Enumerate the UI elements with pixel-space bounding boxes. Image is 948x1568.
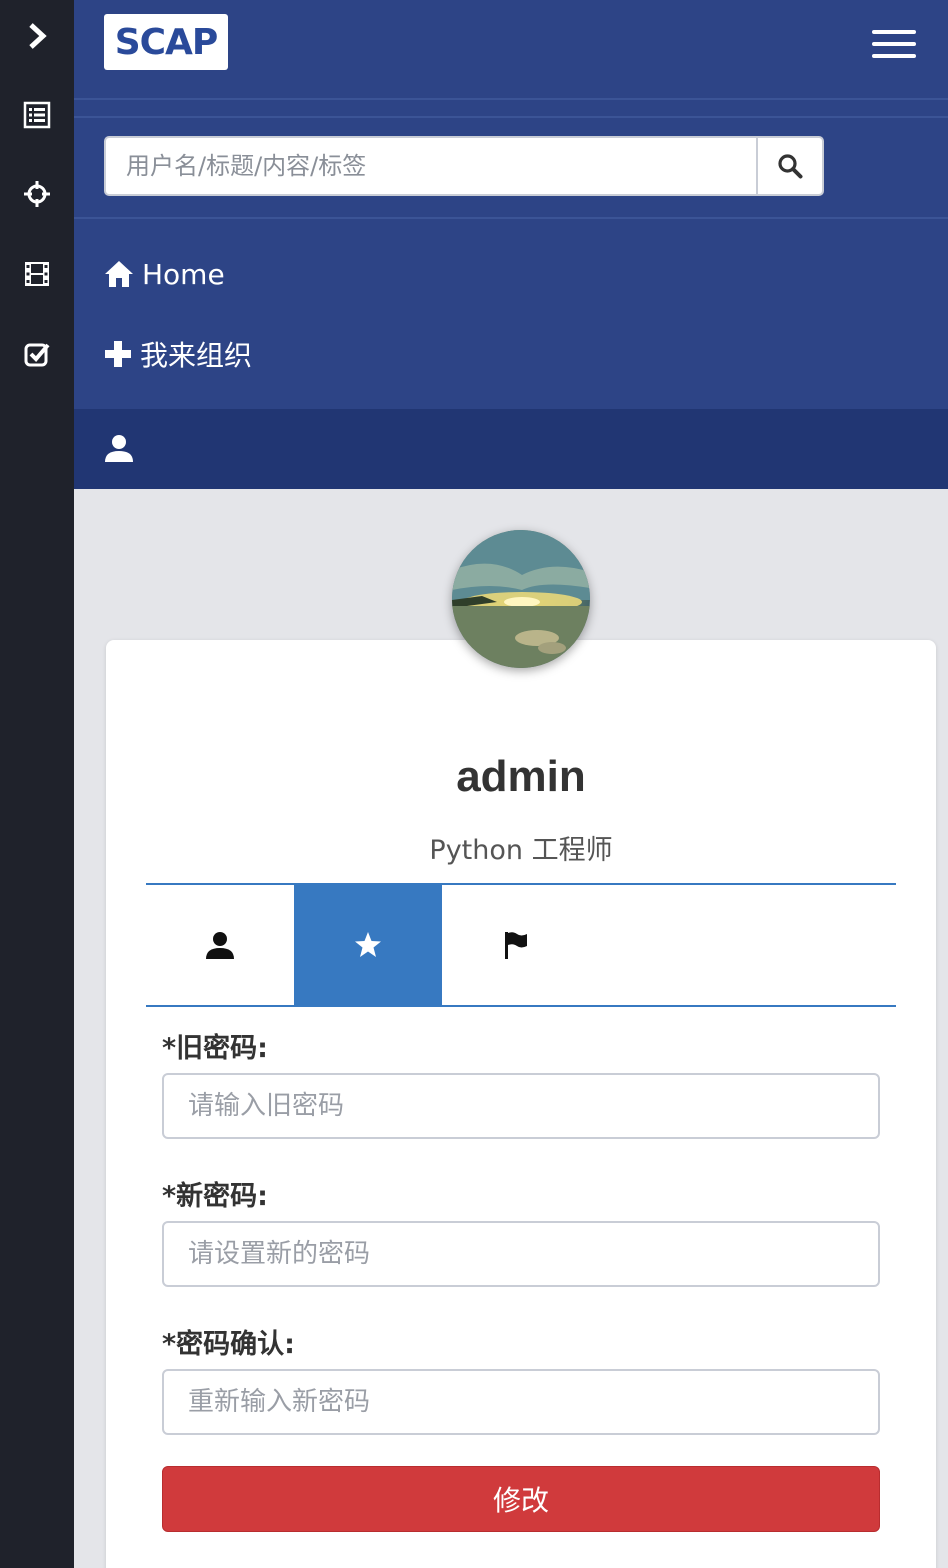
divider [74,98,948,100]
new-password-input[interactable] [162,1221,880,1287]
hamburger-icon [872,30,916,34]
crosshair-icon [24,181,50,207]
flag-icon [505,932,527,959]
expand-rail-button[interactable] [0,6,74,66]
rail-item-target[interactable] [0,164,74,224]
avatar-landscape-image [452,530,590,668]
nav-organize[interactable]: 我来组织 [104,330,252,378]
rail-item-list[interactable] [0,85,74,145]
nav-home-label: Home [142,257,225,291]
divider [74,217,948,219]
submit-button[interactable]: 修改 [162,1466,880,1532]
film-icon [25,262,49,286]
chevron-right-icon [29,23,47,49]
plus-icon [105,341,131,367]
hamburger-icon-bar [872,42,916,46]
home-icon [105,261,133,287]
search-button[interactable] [756,136,824,196]
nav-home[interactable]: Home [104,250,225,298]
profile-username: admin [456,752,586,801]
logo[interactable]: SCAP [104,14,228,70]
star-icon [355,932,381,957]
user-icon [206,932,234,959]
search-icon [778,154,803,179]
new-password-label: *新密码: [162,1181,268,1212]
profile-tabs [146,883,896,1007]
user-bar [74,409,948,489]
old-password-label: *旧密码: [162,1033,268,1064]
check-square-icon [24,343,50,367]
profile-title: Python 工程师 [429,835,613,866]
rail-item-tasks[interactable] [0,324,74,384]
tab-activities[interactable] [442,885,590,1005]
search-bar [104,136,824,196]
hamburger-icon-bar [872,54,916,58]
nav-organize-label: 我来组织 [140,339,253,372]
confirm-password-input[interactable] [162,1369,880,1435]
list-icon [23,101,51,129]
left-rail [0,0,74,1568]
logo-text: SCAP [114,21,219,63]
old-password-input[interactable] [162,1073,880,1139]
top-header: SCAP Home 我来组织 [74,0,948,409]
search-input[interactable] [104,136,756,196]
menu-toggle-button[interactable] [872,30,916,62]
rail-item-film[interactable] [0,244,74,304]
divider [74,116,948,118]
tab-favorites[interactable] [294,885,442,1005]
avatar[interactable] [452,530,590,668]
tab-profile[interactable] [146,885,294,1005]
confirm-password-label: *密码确认: [162,1329,295,1360]
user-icon[interactable] [104,433,134,463]
